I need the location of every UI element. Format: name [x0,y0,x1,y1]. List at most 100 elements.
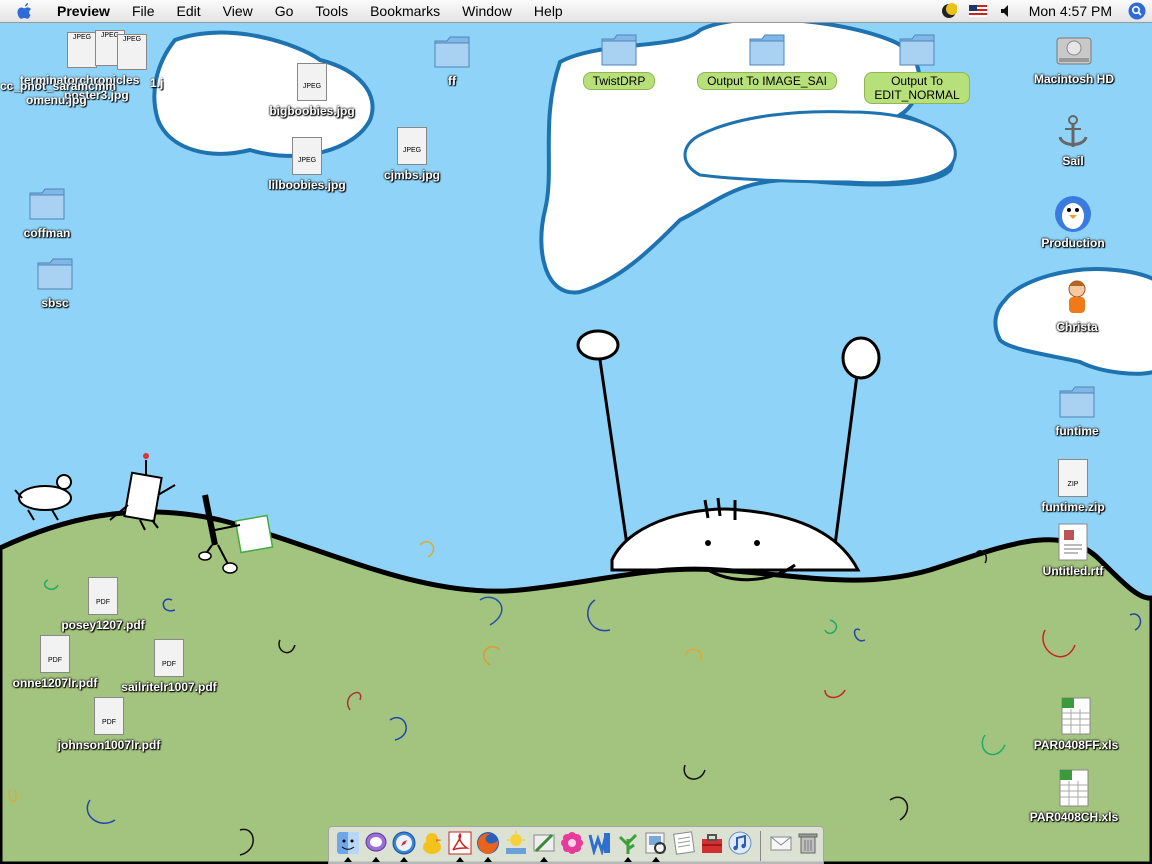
volume-icon[interactable] [993,0,1019,22]
icon-label: Macintosh HD [1033,72,1114,86]
desktop-icon-par0408ff[interactable]: PAR0408FF.xls [1021,696,1131,752]
moon-status-icon[interactable] [935,0,963,22]
desktop-icon-macintosh-hd[interactable]: Macintosh HD [1019,30,1129,86]
desktop-icon-output-edit-normal[interactable]: Output To EDIT_NORMAL [862,30,972,104]
ichat-icon [363,830,389,856]
menu-window[interactable]: Window [451,0,523,22]
desktop-icon-onne[interactable]: PDF onne1207lr.pdf [0,634,110,690]
desktop-icon-sail[interactable]: Sail [1018,112,1128,168]
zip-file-icon: ZIP [1053,458,1093,498]
desktop-icon-par0408ch[interactable]: PAR0408CH.xls [1019,768,1129,824]
icon-label: Production [1041,236,1105,250]
adium-icon [419,830,445,856]
dock-ichat[interactable] [363,830,390,862]
flower-app-icon [559,830,585,856]
desktop-icon-production[interactable]: Production [1018,194,1128,250]
spotlight-icon[interactable] [1122,0,1152,22]
dock-itunes[interactable] [726,830,753,862]
icon-label: ff [448,74,456,88]
menu-app-preview[interactable]: Preview [46,0,121,22]
dock-word[interactable] [586,830,613,862]
menu-go[interactable]: Go [264,0,305,22]
icon-label: Untitled.rtf [1042,564,1104,578]
wallpaper [0,0,1152,864]
desktop-icon-funtime[interactable]: funtime [1022,382,1132,438]
desktop-icon-cjmbs[interactable]: JPEG cjmbs.jpg [357,126,467,182]
file-badge: JPEG [122,36,142,43]
desktop-icon-christa[interactable]: Christa [1022,278,1132,334]
icon-label: posey1207.pdf [61,618,145,632]
desktop-icon-twistdrp[interactable]: TwistDRP [564,30,674,90]
dock-firefox[interactable] [475,830,502,862]
folder-icon [897,30,937,70]
menu-clock[interactable]: Mon 4:57 PM [1019,3,1122,19]
desktop-icon-lilboobies[interactable]: JPEG lilboobies.jpg [252,136,362,192]
running-indicator [623,856,632,862]
icon-label: johnson1007lr.pdf [57,738,161,752]
menu-edit[interactable]: Edit [166,0,212,22]
desktop-icon-coffman[interactable]: coffman [0,184,102,240]
desktop-icon-jpeg-stack[interactable]: JPEG JPEG JPEG [0,30,170,70]
dock-mail[interactable] [767,830,794,862]
menu-bookmarks[interactable]: Bookmarks [359,0,451,22]
toolbox-icon [699,830,725,856]
textedit-icon [671,830,697,856]
hard-drive-icon [1054,30,1094,70]
dock-preview[interactable] [642,830,669,862]
dock-iphoto[interactable] [503,830,530,862]
label-1j[interactable]: 1.j [150,76,163,90]
dock-twig-app[interactable] [614,830,641,862]
menu-view[interactable]: View [212,0,264,22]
word-icon [587,830,613,856]
file-badge: JPEG [402,147,422,154]
menu-bar: Preview File Edit View Go Tools Bookmark… [0,0,1152,23]
pdf-file-icon: PDF [149,638,189,678]
flag-input-icon[interactable] [963,0,993,22]
dock-trash[interactable] [795,830,822,862]
file-badge: JPEG [302,83,322,90]
icon-label: PAR0408CH.xls [1029,810,1119,824]
icon-label: sbsc [41,296,69,310]
desktop[interactable]: Preview File Edit View Go Tools Bookmark… [0,0,1152,864]
desktop-icon-untitled-rtf[interactable]: Untitled.rtf [1018,522,1128,578]
desktop-icon-johnson[interactable]: PDF johnson1007lr.pdf [54,696,164,752]
penguin-icon [1053,194,1093,234]
folder-icon [432,32,472,72]
anchor-icon [1053,112,1093,152]
jpeg-file-icon: JPEG [67,32,97,68]
icon-label: bigboobies.jpg [269,104,355,118]
menu-help[interactable]: Help [523,0,574,22]
running-indicator [372,856,381,862]
desktop-icon-posey[interactable]: PDF posey1207.pdf [48,576,158,632]
person-icon [1057,278,1097,318]
icon-label: funtime.zip [1041,500,1105,514]
firefox-icon [475,830,501,856]
label-omenu[interactable]: omenu.jpg [26,93,87,107]
jpeg-file-icon: JPEG [287,136,327,176]
itunes-icon [727,830,753,856]
dock-toolbox[interactable] [698,830,725,862]
menu-extras: Mon 4:57 PM [935,0,1152,22]
running-indicator [484,856,493,862]
dock-adium[interactable] [419,830,446,862]
folder-icon [35,254,75,294]
running-indicator [456,856,465,862]
desktop-icon-ff[interactable]: ff [397,32,507,88]
running-indicator [651,856,660,862]
menu-tools[interactable]: Tools [304,0,359,22]
desktop-icon-funtime-zip[interactable]: ZIP funtime.zip [1018,458,1128,514]
dock-pencil-app[interactable] [531,830,558,862]
dock-flower-app[interactable] [559,830,586,862]
desktop-icon-sbsc[interactable]: sbsc [0,254,110,310]
desktop-icon-bigboobies[interactable]: JPEG bigboobies.jpg [257,62,367,118]
dock-finder[interactable] [335,830,362,862]
icon-label: cjmbs.jpg [383,168,440,182]
dock-safari[interactable] [391,830,418,862]
apple-icon[interactable] [14,0,36,22]
dock-acrobat[interactable] [447,830,474,862]
desktop-icon-output-image-sai[interactable]: Output To IMAGE_SAI [692,30,842,90]
desktop-icon-sailrite[interactable]: PDF sailritelr1007.pdf [114,638,224,694]
menu-file[interactable]: File [121,0,166,22]
folder-icon [27,184,67,224]
dock-textedit[interactable] [670,830,697,862]
